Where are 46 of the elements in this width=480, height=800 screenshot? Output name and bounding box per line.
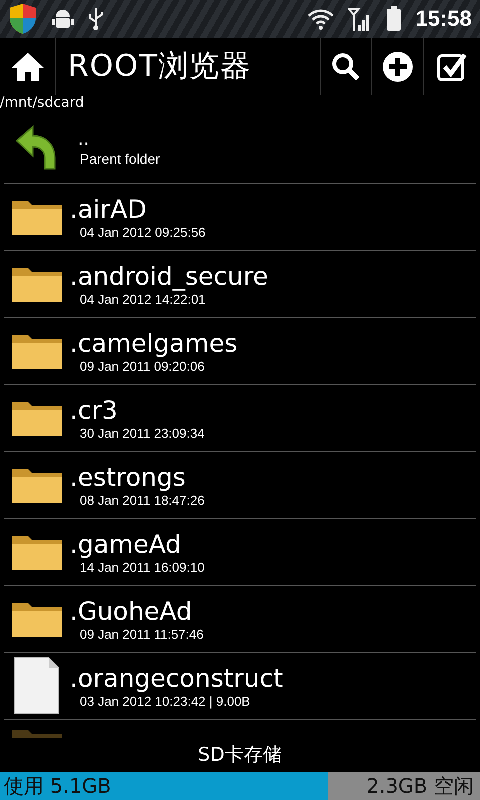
free-space-label: 2.3GB 空闲	[366, 772, 475, 800]
battery-icon	[386, 6, 402, 32]
usb-icon	[88, 7, 104, 31]
file-info: 04 Jan 2012 14:22:01	[79, 292, 207, 306]
document-icon	[14, 657, 60, 715]
used-space-label: 使用 5.1GB	[3, 772, 112, 800]
file-row[interactable]: .GuoheAd 09 Jan 2011 11:57:46	[4, 586, 476, 653]
file-name: .gameAd	[70, 530, 182, 560]
file-info: 03 Jan 2012 10:23:42 | 9.00B	[79, 694, 252, 708]
file-row[interactable]: .android_secure 04 Jan 2012 14:22:01	[4, 251, 476, 318]
home-icon	[10, 50, 46, 82]
file-info: 09 Jan 2011 11:57:46	[79, 626, 204, 642]
file-name: .camelgames	[70, 328, 238, 358]
file-info: 14 Jan 2011 16:09:10	[79, 560, 205, 574]
search-button[interactable]	[320, 38, 372, 95]
back-arrow-icon	[15, 124, 59, 170]
file-info: 08 Jan 2011 18:47:26	[79, 492, 205, 508]
app-title: ROOT浏览器	[67, 48, 252, 86]
file-name: .GuoheAd	[70, 596, 194, 626]
file-name: .estrongs	[70, 462, 187, 492]
file-row[interactable]: .camelgames 09 Jan 2011 09:20:06	[4, 318, 476, 385]
storage-label: SD卡存储	[197, 743, 283, 768]
parent-folder-name: ..	[77, 128, 90, 150]
file-row[interactable]: .airAD 04 Jan 2012 09:25:56	[4, 184, 476, 251]
file-info: 30 Jan 2011 23:09:34	[79, 426, 205, 440]
file-row[interactable]: .orangeconstruct 03 Jan 2012 10:23:42 | 9.00B	[4, 653, 476, 720]
file-name: .airAD	[70, 194, 148, 224]
checkbox-icon	[437, 52, 467, 82]
file-name: .cr3	[70, 396, 119, 426]
file-info: 09 Jan 2011 09:20:06	[79, 358, 206, 374]
search-icon	[331, 52, 361, 82]
wifi-icon	[308, 8, 334, 30]
file-row[interactable]: .cr3 30 Jan 2011 23:09:34	[4, 385, 476, 452]
file-name: .orangeconstruct	[70, 664, 284, 694]
file-name: .android_secure	[70, 262, 268, 292]
android-icon	[52, 8, 74, 30]
shield-icon	[8, 3, 38, 35]
parent-folder-row[interactable]: .. Parent folder	[4, 112, 476, 184]
file-row[interactable]: .estrongs 08 Jan 2011 18:47:26	[4, 452, 476, 519]
signal-icon	[348, 7, 372, 31]
plus-icon	[382, 50, 414, 82]
path-label: /mnt/sdcard	[0, 95, 86, 112]
parent-folder-label: Parent folder	[79, 150, 160, 166]
clock: 15:58	[416, 6, 472, 32]
file-row[interactable]: .gameAd 14 Jan 2011 16:09:10	[4, 519, 476, 586]
file-info: 04 Jan 2012 09:25:56	[79, 224, 206, 240]
